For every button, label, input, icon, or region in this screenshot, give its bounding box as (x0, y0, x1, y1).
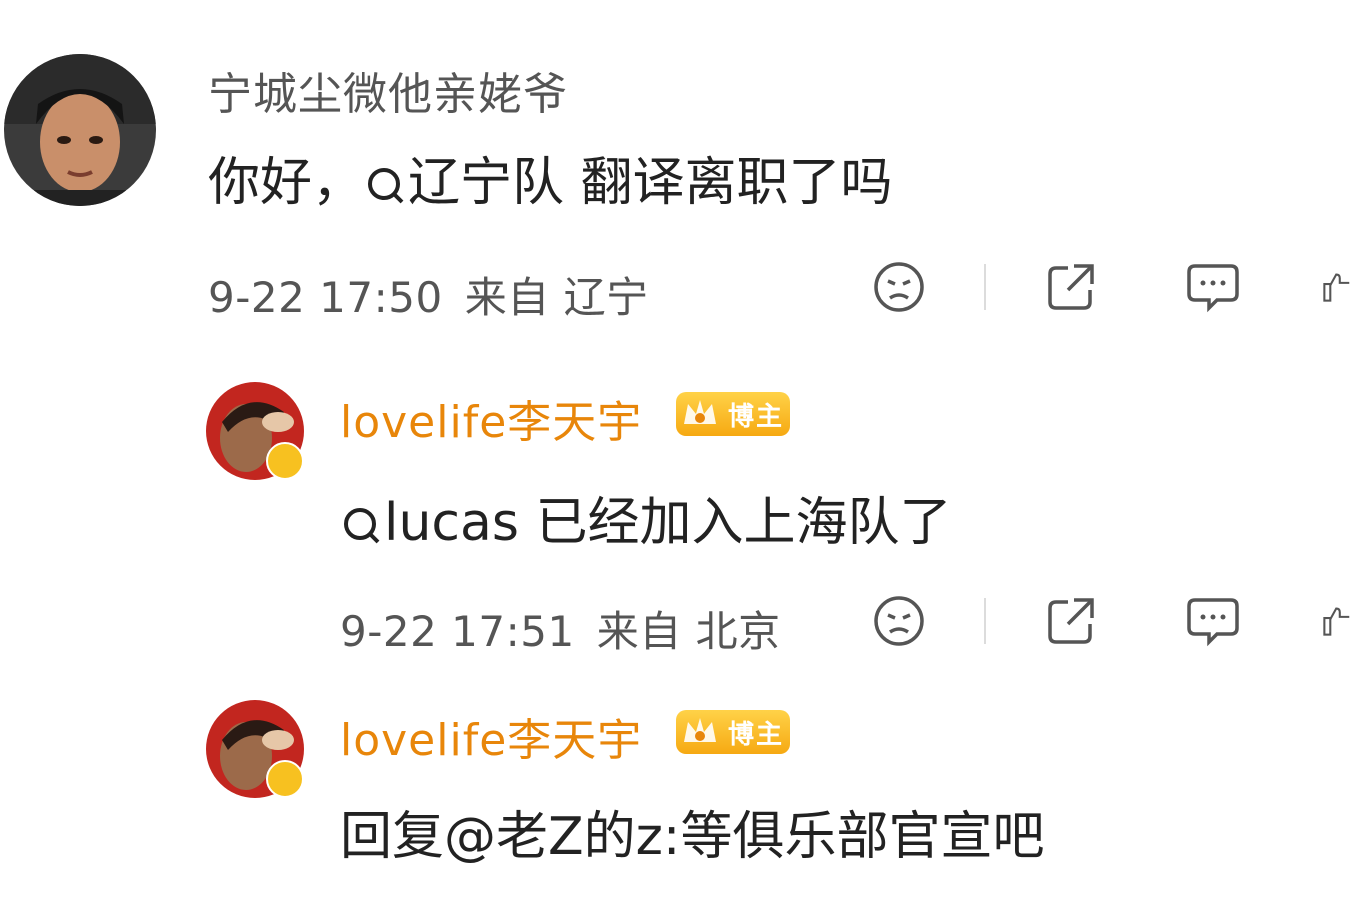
comment-3: lovelife李天宇 博主 回复@老Z的z:等俱乐部官宣吧 (0, 680, 1354, 914)
comment-body-suffix: 已经加入上海队了 (518, 493, 952, 553)
like-icon (1323, 273, 1350, 302)
reply-button[interactable] (1184, 258, 1242, 316)
badge-label: 博主 (728, 401, 785, 432)
mention-text: 辽宁队 (408, 153, 565, 213)
verified-icon (266, 442, 304, 480)
comment-icon (1187, 264, 1239, 313)
comment-time: 9-22 17:50 (208, 273, 443, 322)
divider (984, 598, 986, 644)
blogger-badge: 博主 (676, 392, 790, 436)
like-button[interactable] (1322, 258, 1354, 316)
comment-body: 你好， 辽宁队 翻译离职了吗 (208, 140, 893, 215)
reply-button[interactable] (1184, 592, 1242, 650)
share-button[interactable] (1042, 258, 1100, 316)
mention-text: lucas (384, 493, 519, 553)
search-mention-icon (344, 508, 380, 544)
like-button[interactable] (1322, 592, 1354, 650)
dislike-face-icon (874, 596, 924, 646)
comment-icon (1187, 598, 1239, 647)
crown-icon (684, 400, 716, 424)
avatar[interactable] (4, 54, 156, 206)
comment-body: 回复@老Z的z:等俱乐部官宣吧 (340, 807, 1045, 867)
comment-time: 9-22 17:51 (340, 607, 575, 656)
dislike-face-icon (874, 262, 924, 312)
comment-from-label: 来自 (464, 273, 550, 322)
comment-2: lovelife李天宇 博主 lucas 已经加入上海队了 9-22 17:51… (0, 340, 1354, 680)
crown-icon (684, 718, 716, 742)
badge-label: 博主 (728, 719, 785, 750)
comment-meta: 9-22 17:51 来自 北京 (340, 598, 781, 659)
comment-actions (870, 258, 1354, 318)
comment-thread: 宁城尘微他亲姥爷 你好， 辽宁队 翻译离职了吗 9-22 17:50 来自 辽宁 (0, 0, 1354, 914)
comment-meta: 9-22 17:50 来自 辽宁 (208, 264, 649, 325)
search-mention-icon (368, 168, 404, 204)
share-icon (1048, 264, 1094, 310)
comment-1: 宁城尘微他亲姥爷 你好， 辽宁队 翻译离职了吗 9-22 17:50 来自 辽宁 (0, 0, 1354, 340)
verified-icon (266, 760, 304, 798)
comment-author[interactable]: lovelife李天宇 (340, 386, 642, 450)
share-icon (1048, 598, 1094, 644)
comment-actions (870, 592, 1354, 652)
comment-author[interactable]: lovelife李天宇 (340, 704, 642, 768)
share-button[interactable] (1042, 592, 1100, 650)
mention-link[interactable]: 辽宁队 (364, 153, 564, 213)
comment-body-prefix: 你好， (208, 153, 365, 213)
comment-location: 辽宁 (563, 273, 649, 322)
blogger-badge: 博主 (676, 710, 790, 754)
mention-link[interactable]: lucas (340, 493, 519, 553)
dislike-button[interactable] (870, 592, 928, 650)
divider (984, 264, 986, 310)
dislike-button[interactable] (870, 258, 928, 316)
comment-location: 北京 (695, 607, 781, 656)
comment-body-suffix: 翻译离职了吗 (564, 153, 893, 213)
comment-author[interactable]: 宁城尘微他亲姥爷 (208, 58, 568, 122)
like-icon (1323, 607, 1350, 636)
comment-from-label: 来自 (596, 607, 682, 656)
comment-body: lucas 已经加入上海队了 (340, 480, 951, 555)
